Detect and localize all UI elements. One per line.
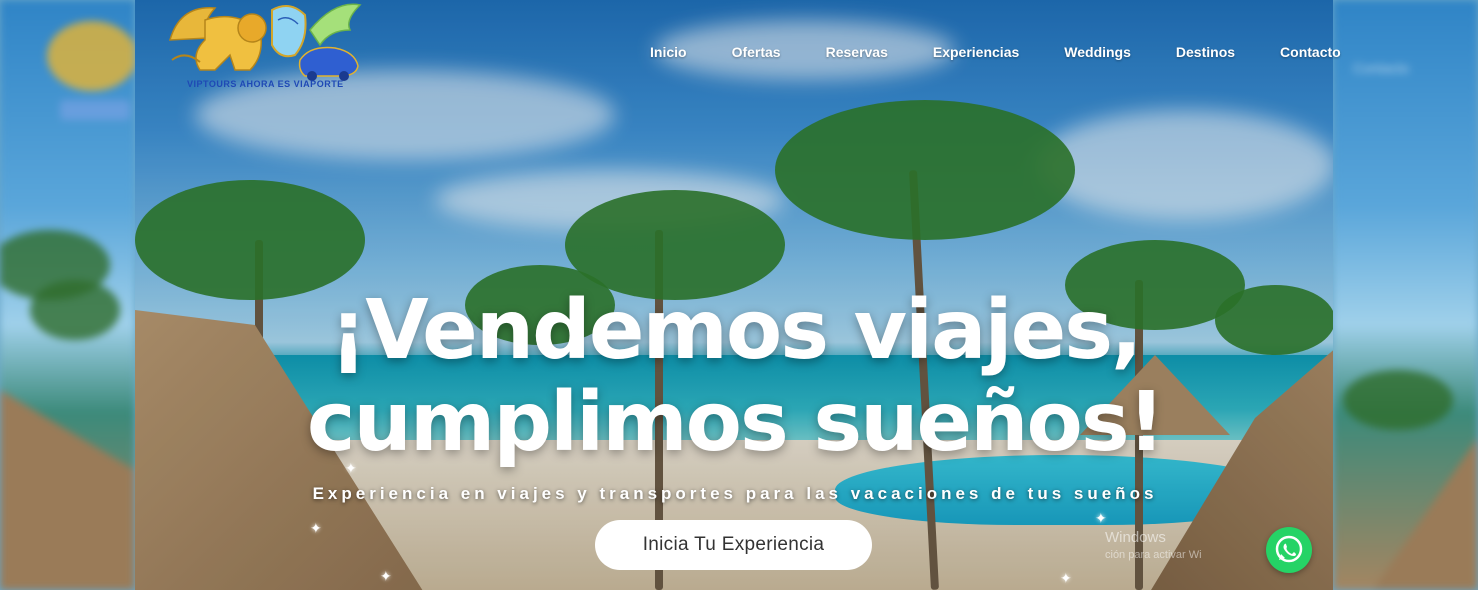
nav-item-experiencias[interactable]: Experiencias bbox=[933, 44, 1019, 60]
start-experience-button[interactable]: Inicia Tu Experiencia bbox=[595, 520, 872, 570]
whatsapp-icon bbox=[1275, 535, 1303, 563]
logo-caption: VIPTOURS AHORA ES VIAPORTE bbox=[187, 79, 344, 89]
nav-item-contacto[interactable]: Contacto bbox=[1280, 44, 1341, 60]
main-navigation: Inicio Ofertas Reservas Experiencias Wed… bbox=[650, 44, 1341, 60]
whatsapp-button[interactable] bbox=[1266, 527, 1312, 573]
blurred-backdrop-right: Contacto bbox=[1333, 0, 1478, 590]
nav-item-ofertas[interactable]: Ofertas bbox=[732, 44, 781, 60]
sparkle-icon: ✦ bbox=[1060, 570, 1072, 586]
nav-item-weddings[interactable]: Weddings bbox=[1064, 44, 1131, 60]
sparkle-icon: ✦ bbox=[310, 520, 322, 536]
nav-item-reservas[interactable]: Reservas bbox=[826, 44, 888, 60]
windows-watermark-title: Windows bbox=[1105, 529, 1166, 546]
hero-headline-line-1: ¡Vendemos viajes, bbox=[329, 283, 1142, 378]
nav-item-destinos[interactable]: Destinos bbox=[1176, 44, 1235, 60]
sparkle-icon: ✦ bbox=[1095, 510, 1107, 526]
hero-subtitle: Experiencia en viajes y transportes para… bbox=[312, 484, 1158, 503]
hero-headline-line-2: cumplimos sueños! bbox=[306, 375, 1165, 470]
blurred-logo bbox=[47, 21, 135, 91]
blurred-backdrop-left bbox=[0, 0, 135, 590]
blurred-nav-item: Contacto bbox=[1353, 60, 1410, 76]
windows-watermark-text: ción para activar Wi bbox=[1105, 549, 1202, 561]
sparkle-icon: ✦ bbox=[380, 568, 392, 584]
nav-item-inicio[interactable]: Inicio bbox=[650, 44, 687, 60]
hero-headline: ¡Vendemos viajes, cumplimos sueños! bbox=[255, 285, 1215, 469]
sparkle-icon: ✦ bbox=[345, 460, 357, 476]
